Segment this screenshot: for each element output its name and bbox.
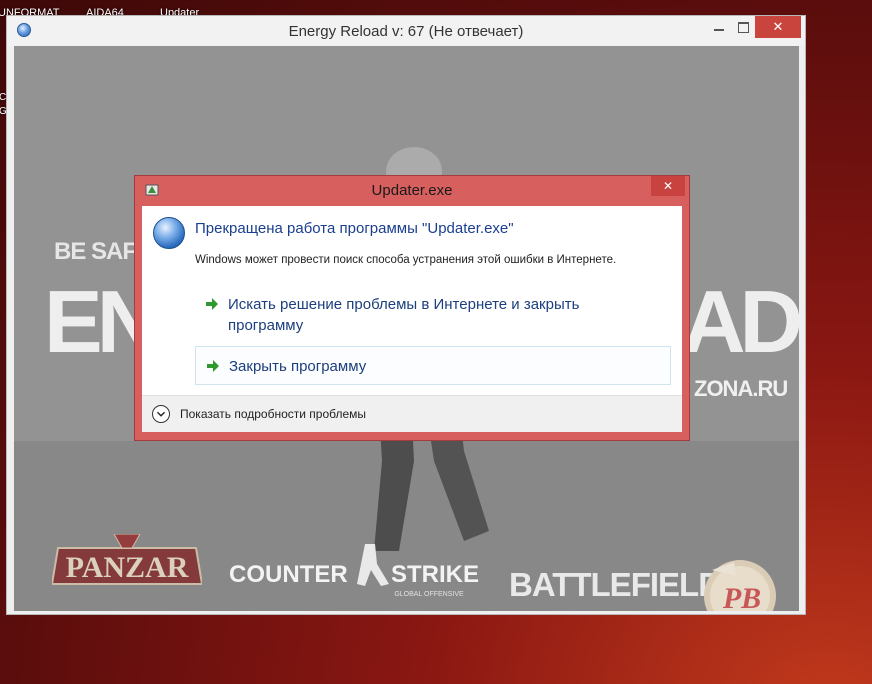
windows-globe-icon — [153, 217, 185, 249]
window-title: Energy Reload v: 67 (Не отвечает) — [288, 23, 524, 40]
dialog-subtext: Windows может провести поиск способа уст… — [195, 254, 617, 266]
dialog-headline: Прекращена работа программы "Updater.exe… — [195, 220, 514, 237]
chevron-down-icon[interactable] — [152, 405, 170, 423]
option-label: Искать решение проблемы в Интернете и за… — [228, 296, 580, 334]
close-program-option[interactable]: Закрыть программу — [195, 346, 671, 385]
search-online-option[interactable]: Искать решение проблемы в Интернете и за… — [195, 288, 671, 338]
green-arrow-icon — [207, 360, 219, 372]
green-arrow-icon — [206, 298, 218, 310]
dialog-footer: Показать подробности проблемы — [142, 395, 682, 432]
option-label: Закрыть программу — [229, 358, 367, 375]
maximize-button[interactable] — [731, 16, 755, 38]
main-titlebar[interactable]: Energy Reload v: 67 (Не отвечает) ✕ — [7, 16, 805, 46]
minimize-icon — [714, 29, 724, 31]
maximize-icon — [737, 21, 749, 33]
dialog-body: Прекращена работа программы "Updater.exe… — [142, 206, 682, 432]
minimize-button[interactable] — [707, 16, 731, 38]
dialog-title: Updater.exe — [371, 182, 453, 199]
show-details-toggle[interactable]: Показать подробности проблемы — [180, 407, 366, 421]
close-button[interactable]: ✕ — [755, 16, 801, 38]
dialog-close-button[interactable]: ✕ — [651, 176, 685, 196]
error-dialog: Updater.exe ✕ Прекращена работа программ… — [134, 175, 690, 441]
